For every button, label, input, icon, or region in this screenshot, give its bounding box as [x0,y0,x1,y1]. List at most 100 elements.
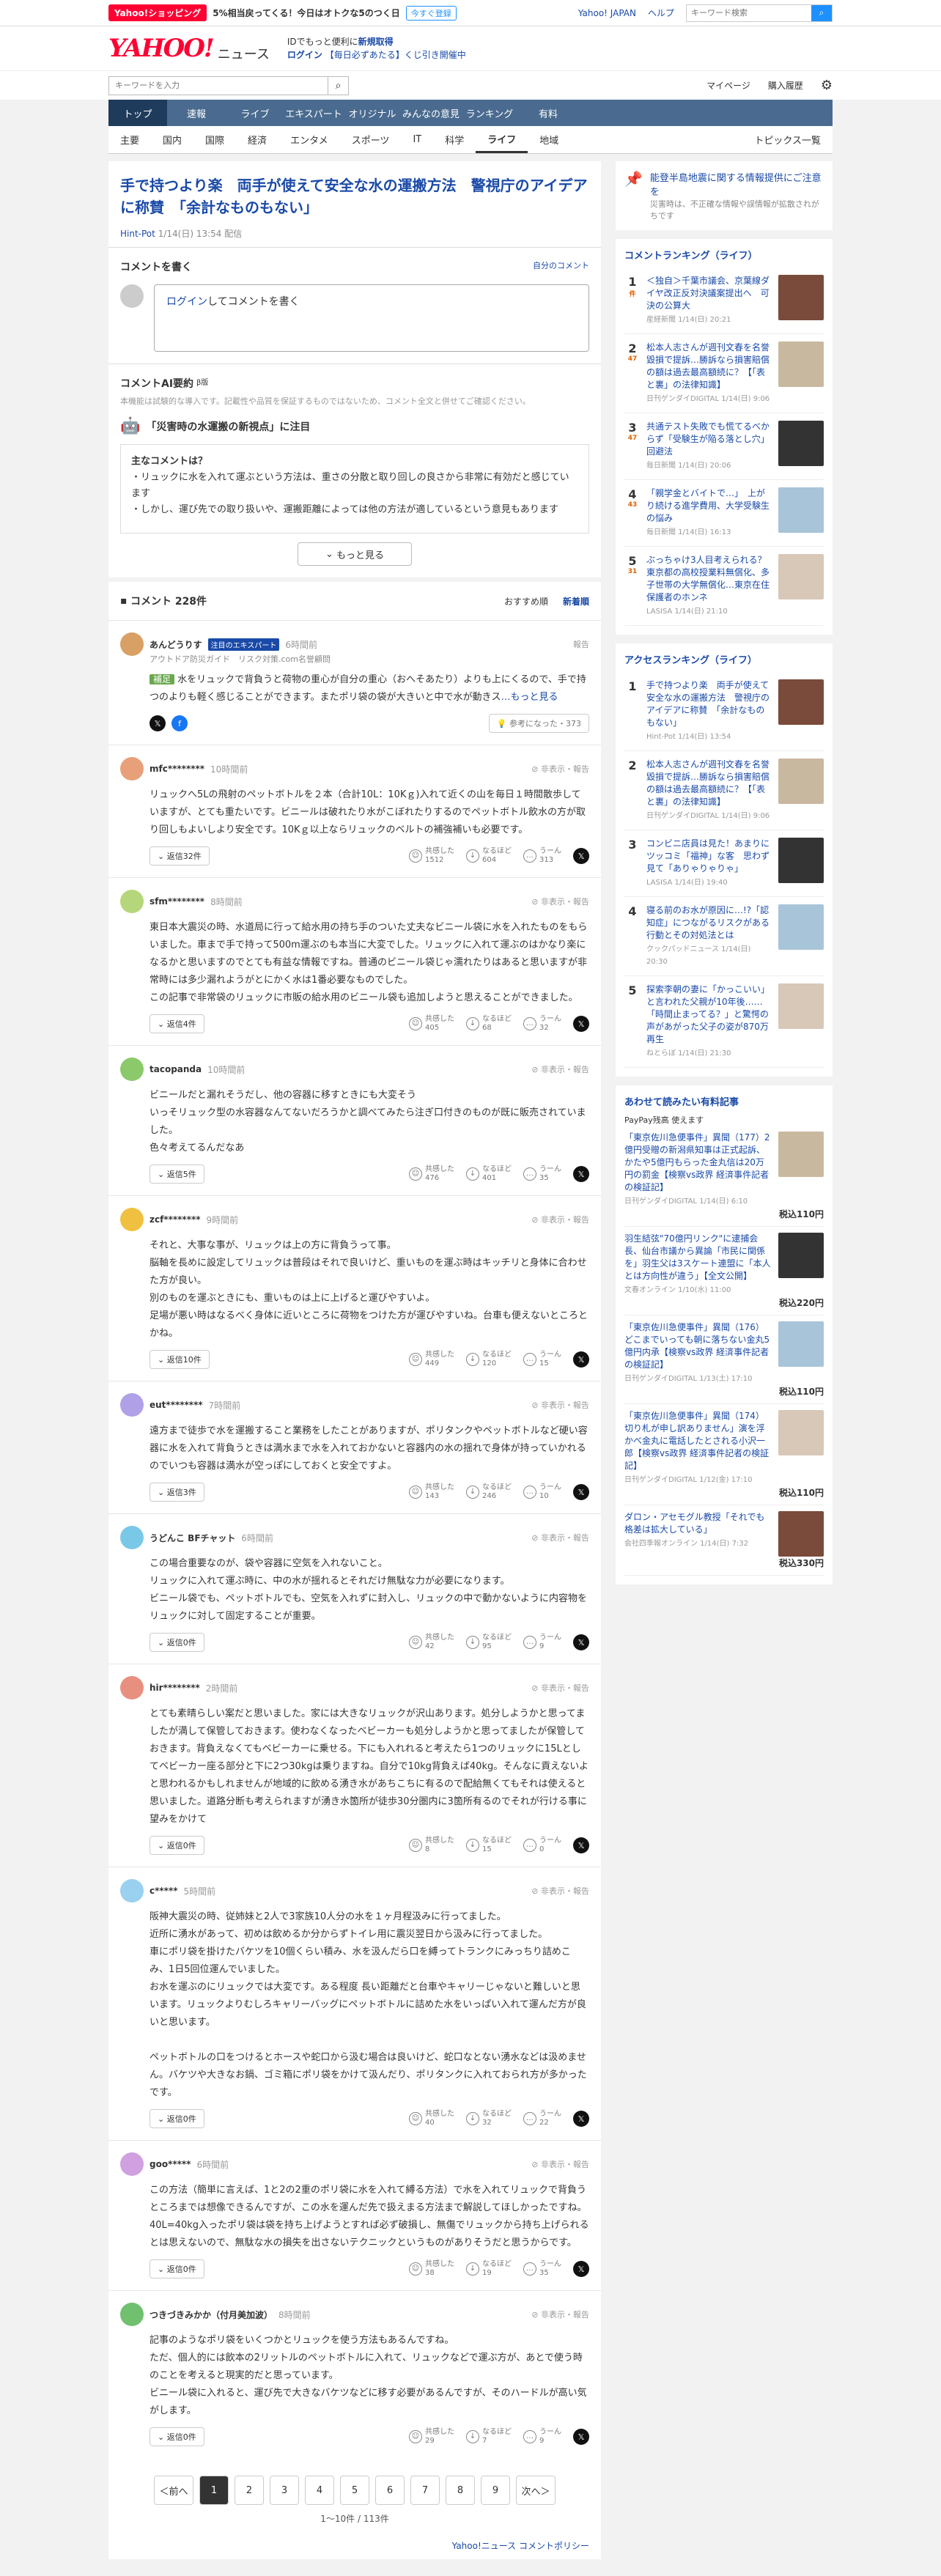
commenter-name[interactable]: zcf******** [150,1214,201,1225]
replies-button[interactable]: ⌄ 返信5件 [150,1165,204,1184]
read-more-link[interactable]: …もっと見る [501,692,558,703]
ranking-item[interactable]: 5 31 ぶっちゃけ3人目考えられる？東京都の高校授業料無償化、多子世帯の大学無償化… [624,547,824,626]
commenter-name[interactable]: eut******** [150,1400,203,1410]
ranking-item[interactable]: 3 47 共通テスト失敗でも慌てるべからず「受験生が陥る落とし穴」回避法 毎日新聞 1… [624,413,824,480]
nav-item[interactable]: 有料 [519,100,577,126]
sort-newest[interactable]: 新着順 [563,595,589,608]
promo-button[interactable]: 今すぐ登録 [405,5,457,21]
x-share-icon[interactable]: 𝕏 [573,1634,589,1650]
report-link[interactable]: ⊘ 非表示・報告 [531,1885,589,1897]
hmm-reaction[interactable]: … うーん 9 [523,2428,561,2446]
report-link[interactable]: ⊘ 非表示・報告 [531,2158,589,2170]
x-share-icon[interactable]: 𝕏 [573,2261,589,2277]
report-link[interactable]: 報告 [573,638,589,650]
hmm-reaction[interactable]: … うーん 9 [523,1634,561,1651]
insight-reaction[interactable]: ↓ なるほど 604 [466,847,512,865]
hmm-reaction[interactable]: … うーん 35 [523,2260,561,2278]
nav-item[interactable]: みんなの意見 [402,100,460,126]
mypage-link[interactable]: マイページ [706,79,750,92]
page-number[interactable]: 9 [481,2476,510,2505]
report-link[interactable]: ⊘ 非表示・報告 [531,1682,589,1694]
report-link[interactable]: ⊘ 非表示・報告 [531,896,589,907]
commenter-name[interactable]: goo***** [150,2159,191,2169]
promo-text[interactable]: 5%相当戻ってくる！今日はオトクな5のつく日 [213,7,400,19]
report-link[interactable]: ⊘ 非表示・報告 [531,1214,589,1225]
comment-policy-link[interactable]: Yahoo!ニュース コメントポリシー [108,2525,601,2559]
yahoo-japan-link[interactable]: Yahoo! JAPAN [578,8,636,18]
insight-reaction[interactable]: ↓ なるほど 120 [466,1351,512,1368]
insight-reaction[interactable]: ↓ なるほど 15 [466,1837,512,1854]
empathy-reaction[interactable]: ☺ 共感した 449 [409,1351,454,1368]
ranking-item[interactable]: 1 件＜独自＞千葉市議会、京葉線ダイヤ改正反対決議案提出へ 可決の公算大 産経新聞 … [624,267,824,334]
empathy-reaction[interactable]: ☺ 共感した 42 [409,1634,454,1651]
nav-item[interactable]: ランキング [460,100,519,126]
insight-reaction[interactable]: ↓ なるほど 246 [466,1483,512,1501]
paid-item[interactable]: 「東京佐川急便事件」異聞（176）どこまでいっても朝に落ちない金丸5億円内承【検… [624,1315,824,1404]
yahoo-logo[interactable]: YAHOO! ニュース [108,34,287,63]
empathy-reaction[interactable]: ☺ 共感した 38 [409,2260,454,2278]
x-share-icon[interactable]: 𝕏 [573,1484,589,1500]
topics-list-link[interactable]: トピックス一覧 [742,126,833,153]
nav-item[interactable]: トップ [108,100,167,126]
ranking-item[interactable]: 4 43 「親学金とバイトで…」 上がり続ける進学費用、大学受験生の悩み 毎日新聞 1… [624,480,824,547]
ranking-item[interactable]: 2 47 松本人志さんが週刊文春を名誉毀損で提訴…勝訴なら損害賠償の額は過去最高額続… [624,334,824,413]
hmm-reaction[interactable]: … うーん 15 [523,1351,561,1368]
empathy-reaction[interactable]: ☺ 共感した 8 [409,1837,454,1854]
paid-item[interactable]: ダロン・アセモグル教授「それでも格差は拡大している」 会社四季報オンライン 1/1… [624,1505,824,1576]
ranking-item[interactable]: 5 探索李朝の妻に「かっこいい」と言われた父親が10年後……「時間止まってる？」と… [624,976,824,1068]
commenter-name[interactable]: mfc******** [150,764,204,774]
x-share-icon[interactable]: 𝕏 [150,715,166,731]
page-number[interactable]: 6 [375,2476,405,2505]
ranking-item[interactable]: 4 寝る前のお水が原因に…!?「認知症」につながるリスクがある行動とその対処法とは… [624,897,824,976]
hmm-reaction[interactable]: … うーん 313 [523,847,561,865]
lottery-link[interactable]: 【毎日必ずあたる】くじ引き開催中 [325,50,466,60]
page-number[interactable]: 8 [446,2476,475,2505]
empathy-reaction[interactable]: ☺ 共感した 40 [409,2110,454,2127]
purchase-history-link[interactable]: 購入履歴 [768,79,803,92]
commenter-name[interactable]: hir******** [150,1683,200,1693]
empathy-reaction[interactable]: ☺ 共感した 29 [409,2428,454,2446]
page-number[interactable]: 5 [340,2476,369,2505]
x-share-icon[interactable]: 𝕏 [573,1166,589,1182]
useful-button[interactable]: 💡 参考になった・373 [488,714,589,733]
page-number[interactable]: 4 [305,2476,334,2505]
show-more-button[interactable]: ⌄ もっと見る [298,542,412,566]
help-link[interactable]: ヘルプ [648,7,674,19]
facebook-share-icon[interactable]: f [171,715,188,731]
login-link[interactable]: ログイン [166,296,207,308]
empathy-reaction[interactable]: ☺ 共感した 405 [409,1015,454,1033]
hmm-reaction[interactable]: … うーん 35 [523,1165,561,1183]
hmm-reaction[interactable]: … うーん 22 [523,2110,561,2127]
expert-name[interactable]: あんどうりす [150,638,202,651]
ranking-item[interactable]: 1 手で持つより楽 両手が使えて安全な水の運搬方法 警視庁のアイデアに称賛 「余計… [624,672,824,751]
search-icon[interactable]: ⌕ [328,76,348,95]
shopping-badge[interactable]: Yahoo!ショッピング [108,4,207,21]
page-number[interactable]: 7 [410,2476,440,2505]
ranking-item[interactable]: 2 松本人志さんが週刊文春を名誉毀損で提訴…勝訴なら損害賠償の額は過去最高額続に？… [624,751,824,830]
gear-icon[interactable]: ⚙ [821,78,833,93]
commenter-name[interactable]: tacopanda [150,1064,202,1074]
commenter-name[interactable]: c***** [150,1886,178,1896]
report-link[interactable]: ⊘ 非表示・報告 [531,1063,589,1075]
report-link[interactable]: ⊘ 非表示・報告 [531,763,589,775]
category-item[interactable]: IT [401,126,433,153]
empathy-reaction[interactable]: ☺ 共感した 143 [409,1483,454,1501]
replies-button[interactable]: ⌄ 返信0件 [150,1836,204,1855]
own-comment-link[interactable]: 自分のコメント [533,259,589,274]
hmm-reaction[interactable]: … うーん 0 [523,1837,561,1854]
insight-reaction[interactable]: ↓ なるほど 401 [466,1165,512,1183]
nav-item[interactable]: エキスパート [284,100,343,126]
x-share-icon[interactable]: 𝕏 [573,1016,589,1032]
notice-box[interactable]: 📌 能登半島地震に関する情報提供にご注意を 災害時は、不正確な情報や誤情報が拡散さ… [616,161,833,230]
report-link[interactable]: ⊘ 非表示・報告 [531,2309,589,2320]
category-item[interactable]: 地域 [528,126,570,153]
commenter-name[interactable]: sfm******** [150,896,204,907]
category-item[interactable]: スポーツ [340,126,402,153]
hmm-reaction[interactable]: … うーん 32 [523,1015,561,1033]
login-link[interactable]: ログイン [287,50,322,60]
replies-button[interactable]: ⌄ 返信4件 [150,1014,204,1033]
insight-reaction[interactable]: ↓ なるほど 32 [466,2110,512,2127]
commenter-name[interactable]: うどんこ BFチャット [150,1532,235,1544]
replies-button[interactable]: ⌄ 返信3件 [150,1483,204,1502]
page-number[interactable]: 1 [199,2476,229,2505]
